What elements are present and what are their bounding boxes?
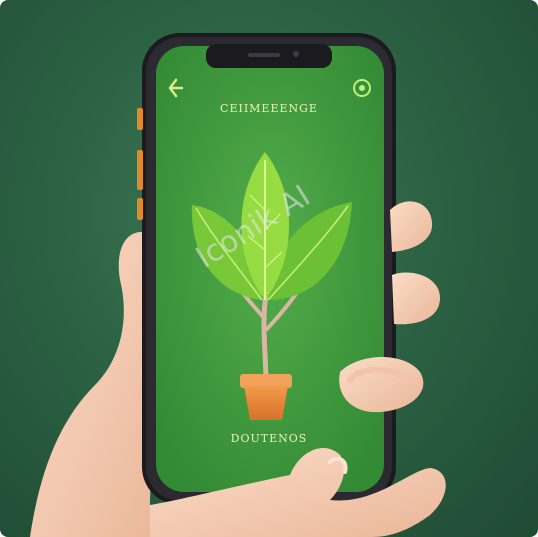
plant-stem [261, 294, 269, 379]
pot-rim [240, 374, 292, 388]
illustration-scene: CEIIMEEENGE DOUTENOS Iconik AI [0, 0, 538, 537]
finger-middle [392, 272, 440, 325]
volume-button [137, 198, 143, 220]
palm [30, 231, 160, 537]
finger-lower [339, 357, 424, 413]
hand-holding-phone-illustration [30, 33, 446, 537]
finger-top [390, 201, 433, 252]
screen-footer-text: DOUTENOS [230, 432, 308, 445]
pot-body [244, 386, 288, 420]
screen-title: CEIIMEEENGE [220, 102, 318, 115]
volume-button [137, 150, 143, 190]
